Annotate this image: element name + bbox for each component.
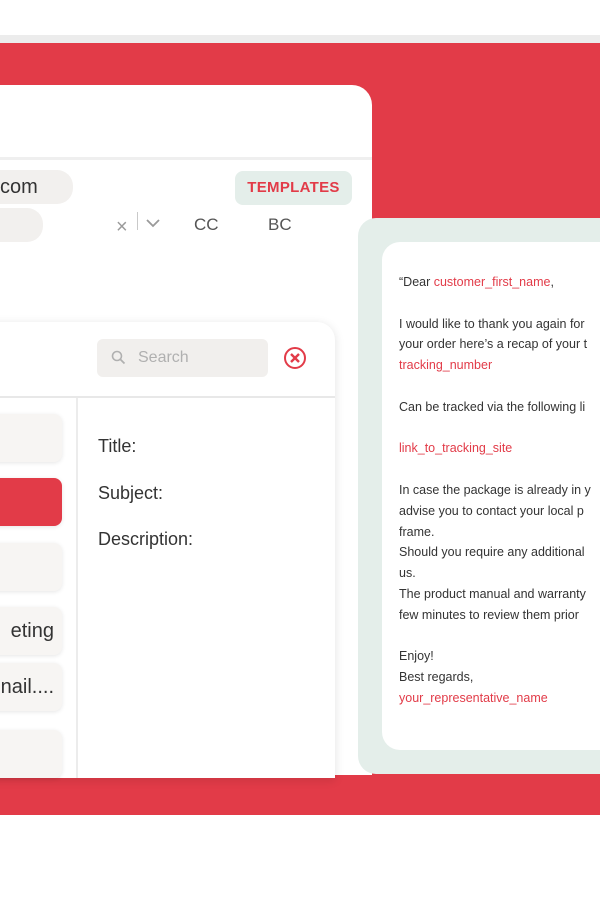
preview-text: “Dear — [399, 275, 434, 289]
preview-line: your order here’s a recap of your t — [399, 337, 588, 352]
template-list-label: eting — [10, 620, 54, 642]
chevron-down-icon[interactable] — [144, 214, 162, 232]
preview-line: frame. — [399, 524, 435, 539]
preview-line: Enjoy! — [399, 649, 434, 664]
preview-line: us. — [399, 566, 416, 581]
column-divider — [76, 398, 78, 778]
to-recipient-value: com — [0, 176, 38, 198]
top-strip — [0, 35, 600, 43]
search-placeholder: Search — [138, 349, 189, 366]
dialog-header-divider — [0, 396, 335, 398]
template-list-item[interactable] — [0, 730, 62, 778]
preview-line: In case the package is already in y — [399, 482, 591, 497]
variable-tag: link_to_tracking_site — [399, 441, 513, 456]
composer-header-divider — [0, 157, 372, 160]
preview-line: advise you to contact your local p — [399, 503, 584, 518]
template-list-item-active[interactable] — [0, 478, 62, 526]
variable-tag: tracking_number — [399, 358, 493, 373]
recipient-field[interactable] — [0, 208, 43, 242]
to-recipient-chip[interactable]: com — [0, 170, 73, 204]
bc-button[interactable]: BC — [268, 215, 292, 235]
preview-line: Can be tracked via the following li — [399, 399, 586, 414]
search-input[interactable]: Search — [97, 339, 268, 377]
divider — [137, 212, 138, 230]
search-icon — [111, 350, 126, 365]
template-preview-card: “Dear customer_first_name, I would like … — [382, 242, 600, 750]
cc-button[interactable]: CC — [194, 215, 219, 235]
variable-tag: customer_first_name — [433, 275, 551, 289]
preview-line: The product manual and warranty — [399, 586, 586, 601]
preview-text: , — [550, 275, 554, 289]
preview-line: “Dear customer_first_name, — [399, 272, 600, 293]
template-body: “Dear customer_first_name, I would like … — [399, 272, 600, 709]
preview-line: I would like to thank you again for — [399, 316, 585, 331]
preview-line: Should you require any additional — [399, 545, 585, 560]
clear-icon[interactable]: × — [116, 216, 128, 239]
description-label: Description: — [98, 529, 194, 549]
template-list-item[interactable] — [0, 414, 62, 462]
template-list-label: nail.... — [0, 676, 54, 698]
subject-label: Subject: — [98, 483, 164, 503]
preview-line: Best regards, — [399, 670, 474, 685]
template-list-item[interactable]: eting — [0, 607, 62, 655]
templates-button[interactable]: TEMPLATES — [235, 171, 352, 205]
variable-tag: your_representative_name — [399, 690, 548, 705]
preview-line: few minutes to review them prior — [399, 607, 579, 622]
template-list-item[interactable] — [0, 543, 62, 591]
template-list-item[interactable]: nail.... — [0, 663, 62, 711]
title-label: Title: — [98, 436, 137, 456]
close-icon[interactable] — [283, 346, 307, 370]
